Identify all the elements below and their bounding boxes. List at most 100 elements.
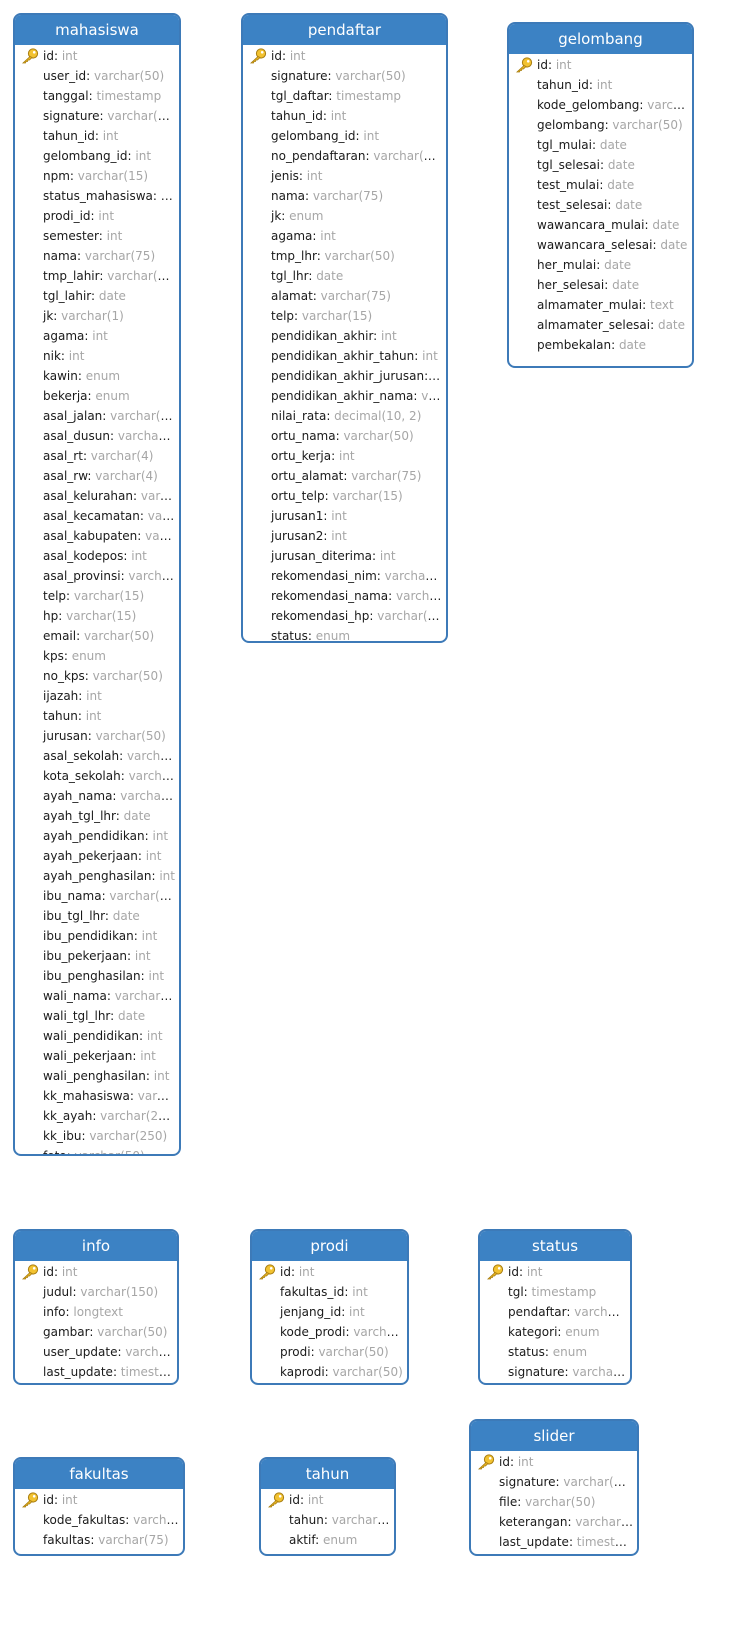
field-row[interactable]: npm: varchar(15) [15,166,179,186]
field-row[interactable]: tahun_id: int [243,106,446,126]
field-row[interactable]: nama: varchar(75) [243,186,446,206]
field-row[interactable]: kk_ibu: varchar(250) [15,1126,179,1146]
field-row[interactable]: kode_prodi: varchar(... [252,1322,407,1342]
field-row[interactable]: info: longtext [15,1302,177,1322]
field-row[interactable]: ayah_nama: varchar(50) [15,786,179,806]
field-row[interactable]: wali_nama: varchar(50) [15,986,179,1006]
field-row[interactable]: email: varchar(50) [15,626,179,646]
field-row[interactable]: tahun: varchar(9) [261,1510,394,1530]
field-row[interactable]: jenjang_id: int [252,1302,407,1322]
field-row[interactable]: no_pendaftaran: varchar(25) [243,146,446,166]
table-fakultas[interactable]: fakultasid: intkode_fakultas: varchar(1.… [13,1457,185,1556]
table-mahasiswa[interactable]: mahasiswa id: int user_id: varchar(50) tang… [13,13,181,1156]
field-row[interactable]: id: int [252,1262,407,1282]
field-row[interactable]: ibu_pekerjaan: int [15,946,179,966]
field-row[interactable]: kk_ayah: varchar(250) [15,1106,179,1126]
field-row[interactable]: her_selesai: date [509,275,692,295]
field-row[interactable]: agama: int [243,226,446,246]
field-row[interactable]: tahun_id: int [15,126,179,146]
field-row[interactable]: rekomendasi_nim: varchar(15) [243,566,446,586]
field-row[interactable]: nama: varchar(75) [15,246,179,266]
field-row[interactable]: gelombang_id: int [15,146,179,166]
field-row[interactable]: tgl_lahir: date [15,286,179,306]
field-row[interactable]: hp: varchar(15) [15,606,179,626]
field-row[interactable]: asal_dusun: varchar(50) [15,426,179,446]
field-row[interactable]: test_selesai: date [509,195,692,215]
field-row[interactable]: tgl_daftar: timestamp [243,86,446,106]
field-row[interactable]: signature: varchar(50) [15,106,179,126]
field-row[interactable]: aktif: enum [261,1530,394,1550]
field-row[interactable]: last_update: timestamp [471,1532,637,1552]
field-row[interactable]: jurusan: varchar(50) [15,726,179,746]
field-row[interactable]: jurusan_diterima: int [243,546,446,566]
field-row[interactable]: tmp_lhr: varchar(50) [243,246,446,266]
field-row[interactable]: ayah_tgl_lhr: date [15,806,179,826]
field-row[interactable]: prodi_id: int [15,206,179,226]
field-row[interactable]: id: int [15,46,179,66]
field-row[interactable]: kode_fakultas: varchar(1... [15,1510,183,1530]
field-row[interactable]: signature: varchar(50) [243,66,446,86]
field-row[interactable]: id: int [471,1452,637,1472]
field-row[interactable]: pembekalan: date [509,335,692,355]
field-row[interactable]: telp: varchar(15) [243,306,446,326]
field-row[interactable]: tahun: int [15,706,179,726]
field-row[interactable]: gambar: varchar(50) [15,1322,177,1342]
field-row[interactable]: no_kps: varchar(50) [15,666,179,686]
field-row[interactable]: nik: int [15,346,179,366]
field-row[interactable]: ortu_alamat: varchar(75) [243,466,446,486]
field-row[interactable]: wali_pendidikan: int [15,1026,179,1046]
field-row[interactable]: asal_rw: varchar(4) [15,466,179,486]
field-row[interactable]: jk: varchar(1) [15,306,179,326]
field-row[interactable]: id: int [480,1262,630,1282]
field-row[interactable]: semester: int [15,226,179,246]
table-gelombang[interactable]: gelombang id: int tahun_id: int kode_gelomb… [507,22,694,368]
field-row[interactable]: user_id: varchar(50) [15,66,179,86]
field-row[interactable]: id: int [243,46,446,66]
field-row[interactable]: ortu_kerja: int [243,446,446,466]
field-row[interactable]: id: int [15,1262,177,1282]
field-row[interactable]: user_update: varchar(1... [15,1342,177,1362]
field-row[interactable]: tmp_lahir: varchar(25) [15,266,179,286]
field-row[interactable]: foto: varchar(50) [15,1146,179,1154]
field-row[interactable]: pendaftar: varchar(2... [480,1302,630,1322]
field-row[interactable]: ayah_pekerjaan: int [15,846,179,866]
field-row[interactable]: jenis: int [243,166,446,186]
field-row[interactable]: ortu_telp: varchar(15) [243,486,446,506]
field-row[interactable]: kawin: enum [15,366,179,386]
field-row[interactable]: fakultas: varchar(75) [15,1530,183,1550]
field-row[interactable]: ibu_pendidikan: int [15,926,179,946]
field-row[interactable]: almamater_mulai: text [509,295,692,315]
field-row[interactable]: id: int [15,1490,183,1510]
field-row[interactable]: asal_kodepos: int [15,546,179,566]
field-row[interactable]: asal_jalan: varchar(50) [15,406,179,426]
field-row[interactable]: signature: varchar(50) [480,1362,630,1382]
field-row[interactable]: ijazah: int [15,686,179,706]
field-row[interactable]: file: varchar(50) [471,1492,637,1512]
field-row[interactable]: jurusan2: int [243,526,446,546]
field-row[interactable]: test_mulai: date [509,175,692,195]
field-row[interactable]: pendidikan_akhir_jurusan: varc... [243,366,446,386]
field-row[interactable]: bekerja: enum [15,386,179,406]
field-row[interactable]: judul: varchar(150) [15,1282,177,1302]
field-row[interactable]: status_mahasiswa: int [15,186,179,206]
field-row[interactable]: pendidikan_akhir: int [243,326,446,346]
table-tahun[interactable]: tahun id: int tahun: varchar(9) aktif: enum [259,1457,396,1556]
field-row[interactable]: ayah_penghasilan: int [15,866,179,886]
table-prodi[interactable]: prodi id: int fakultas_id: int jenjang_id: … [250,1229,409,1385]
field-row[interactable]: tgl_selesai: date [509,155,692,175]
field-row[interactable]: wali_penghasilan: int [15,1066,179,1086]
field-row[interactable]: ibu_tgl_lhr: date [15,906,179,926]
field-row[interactable]: asal_provinsi: varchar(50) [15,566,179,586]
field-row[interactable]: wali_pekerjaan: int [15,1046,179,1066]
field-row[interactable]: wali_tgl_lhr: date [15,1006,179,1026]
field-row[interactable]: fakultas_id: int [252,1282,407,1302]
field-row[interactable]: kaprodi: varchar(50) [252,1362,407,1382]
field-row[interactable]: keterangan: varchar(250) [471,1512,637,1532]
table-info[interactable]: info id: int judul: varchar(150) info: long… [13,1229,179,1385]
field-row[interactable]: tanggal: timestamp [15,86,179,106]
field-row[interactable]: rekomendasi_hp: varchar(15) [243,606,446,626]
field-row[interactable]: jurusan1: int [243,506,446,526]
field-row[interactable]: telp: varchar(15) [15,586,179,606]
field-row[interactable]: tgl_lhr: date [243,266,446,286]
field-row[interactable]: gelombang_id: int [243,126,446,146]
